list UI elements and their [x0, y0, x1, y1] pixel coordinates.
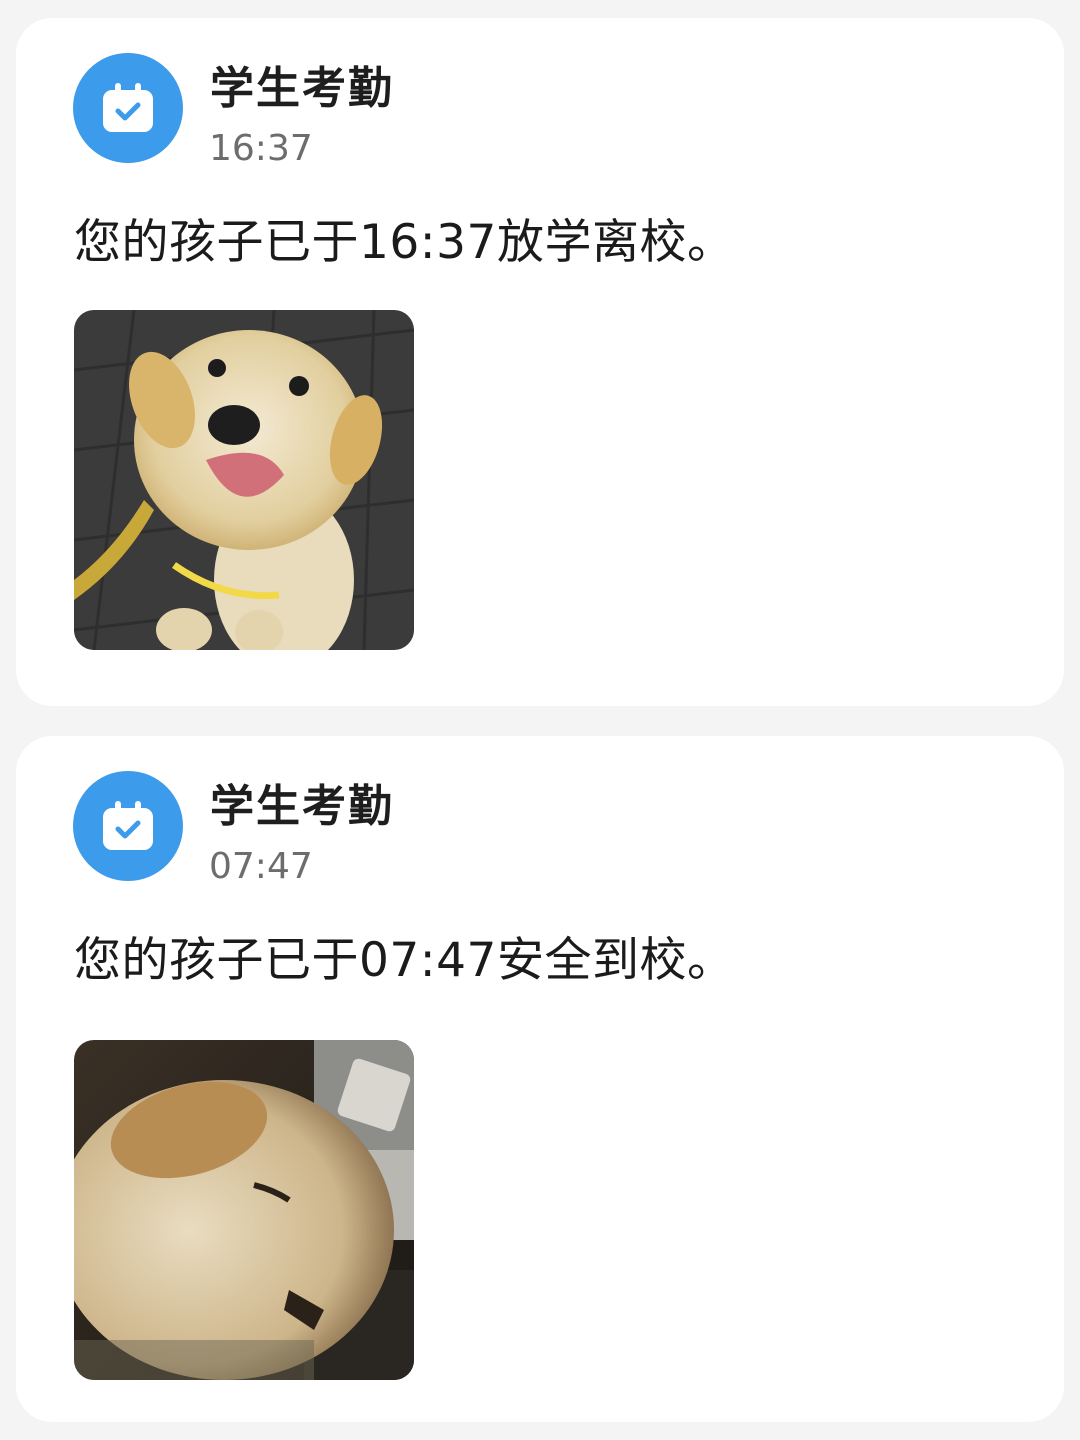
app-name: 学生考勤	[210, 63, 394, 114]
app-avatar	[73, 53, 183, 163]
notification-message: 您的孩子已于07:47安全到校。	[74, 933, 735, 988]
app-avatar	[73, 771, 183, 881]
app-name: 学生考勤	[210, 781, 394, 832]
notification-card[interactable]: 学生考勤 16:37 您的孩子已于16:37放学离校。	[16, 18, 1064, 706]
puppy-photo[interactable]	[74, 310, 414, 650]
notification-feed: 学生考勤 16:37 您的孩子已于16:37放学离校。 学生考勤 07:47 您…	[0, 0, 1080, 1440]
notification-time: 07:47	[209, 846, 313, 887]
calendar-check-icon	[103, 83, 153, 132]
notification-message: 您的孩子已于16:37放学离校。	[74, 215, 735, 270]
notification-card[interactable]: 学生考勤 07:47 您的孩子已于07:47安全到校。	[16, 736, 1064, 1422]
puppy-photo[interactable]	[74, 1040, 414, 1380]
notification-time: 16:37	[209, 128, 313, 169]
calendar-check-icon	[103, 801, 153, 850]
